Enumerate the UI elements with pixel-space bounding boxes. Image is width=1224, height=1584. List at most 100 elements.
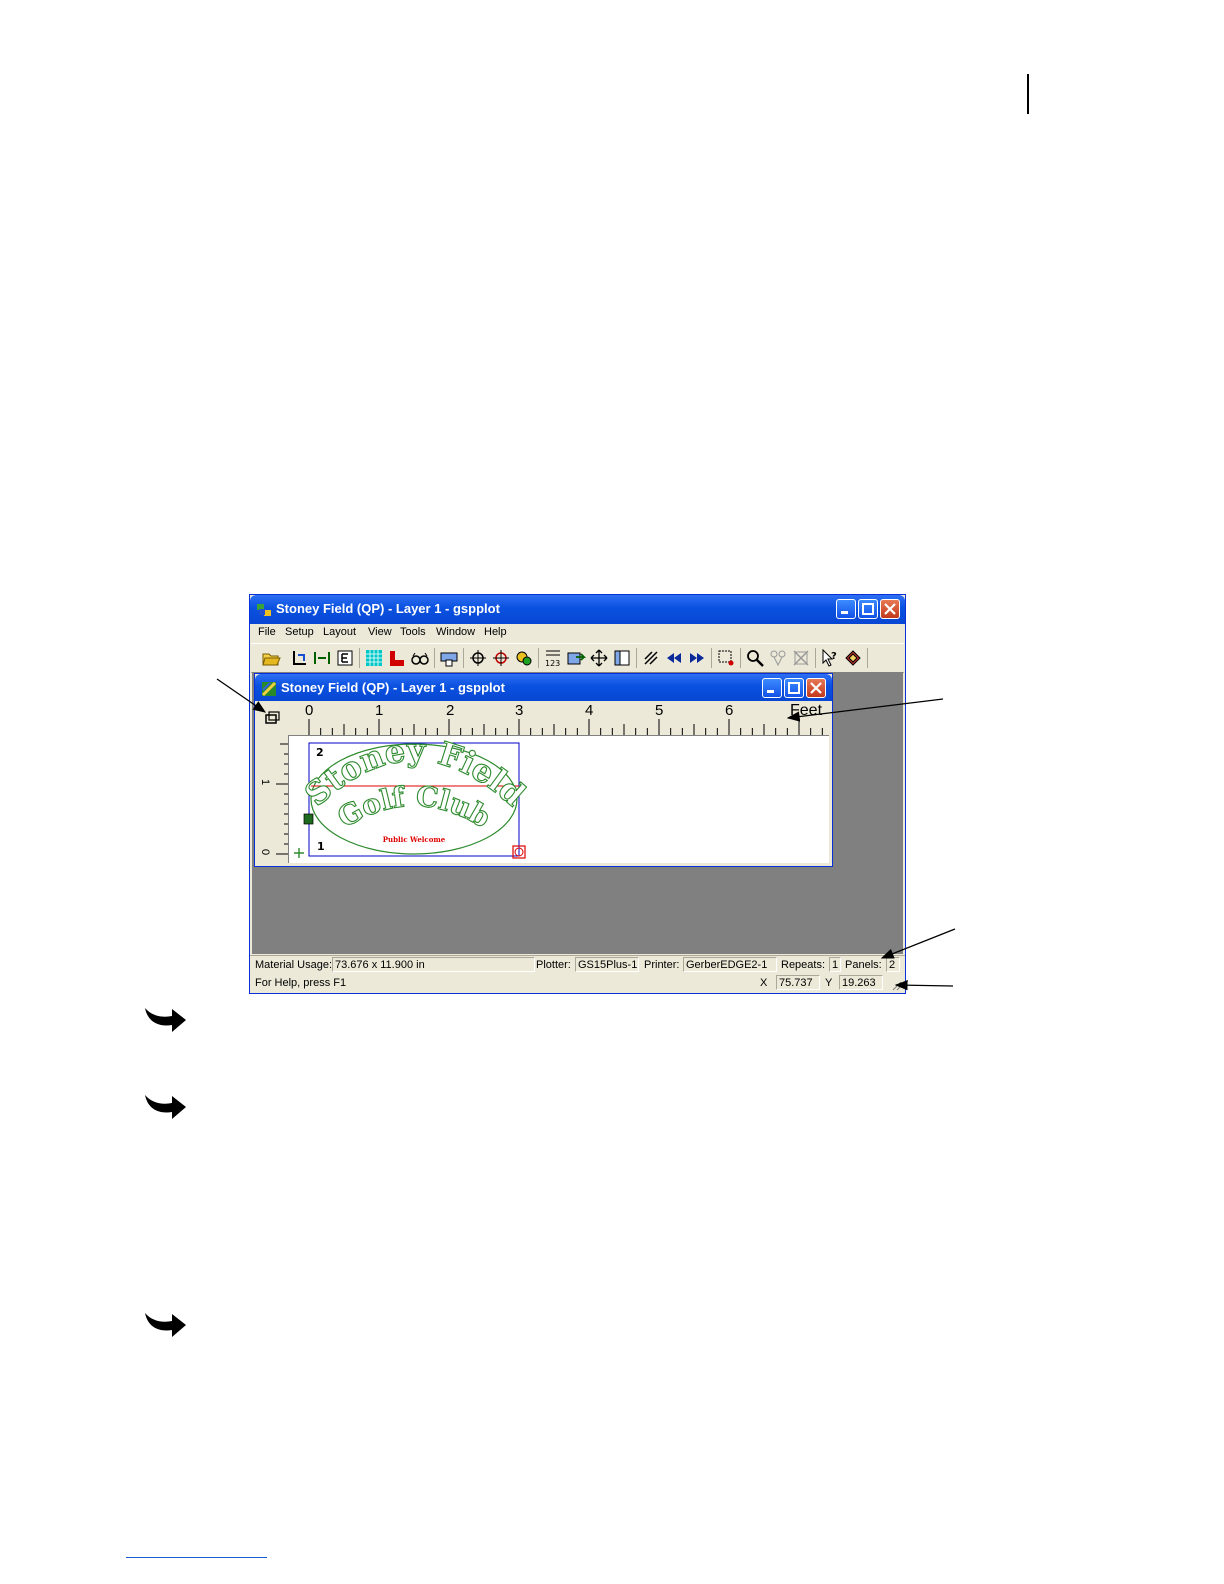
menu-view[interactable]: View <box>368 626 392 638</box>
footnote-rule <box>126 1557 267 1558</box>
menu-tools[interactable]: Tools <box>400 626 426 638</box>
plotter-label: Plotter: <box>536 959 571 971</box>
send-icon[interactable] <box>566 648 586 668</box>
close-button[interactable] <box>880 599 900 619</box>
ruler-origin-icon[interactable] <box>260 704 284 732</box>
resize-grip-icon[interactable] <box>890 979 902 991</box>
main-titlebar[interactable]: Stoney Field (QP) - Layer 1 - gspplot <box>250 595 905 624</box>
node-edit-icon[interactable] <box>768 648 788 668</box>
weed-border-icon[interactable] <box>387 648 407 668</box>
minimize-button[interactable] <box>836 599 856 619</box>
note-arrow-icon <box>145 1095 186 1119</box>
color-icon[interactable] <box>514 648 534 668</box>
rewind-icon[interactable] <box>664 648 684 668</box>
vertical-ruler-label: 0 <box>259 848 272 856</box>
ruler-ticks <box>308 719 823 735</box>
menu-help[interactable]: Help <box>484 626 507 638</box>
doc-minimize-button[interactable] <box>762 678 782 698</box>
menu-layout[interactable]: Layout <box>323 626 356 638</box>
x-coord-value: 75.737 <box>776 975 820 990</box>
menu-window[interactable]: Window <box>436 626 475 638</box>
edit-icon[interactable] <box>335 648 355 668</box>
help-book-icon[interactable] <box>843 648 863 668</box>
help-hint: For Help, press F1 <box>255 977 347 989</box>
ruler-label: 6 <box>725 702 734 719</box>
vertical-ruler[interactable]: 1 0 <box>258 736 288 863</box>
minimize-icon <box>841 611 848 614</box>
vertical-ruler-label: 1 <box>259 778 272 786</box>
mirror-icon[interactable] <box>491 648 511 668</box>
open-folder-icon[interactable] <box>261 648 281 668</box>
ruler-label: 0 <box>305 702 314 719</box>
svg-text:123: 123 <box>545 659 560 668</box>
note-arrow-icon <box>145 1008 186 1032</box>
move-icon[interactable] <box>589 648 609 668</box>
horizontal-ruler[interactable]: 0 1 2 3 4 5 6 Feet <box>288 702 829 736</box>
close-icon <box>810 682 822 694</box>
align-icon[interactable] <box>312 648 332 668</box>
zoom-icon[interactable] <box>745 648 765 668</box>
origin-icon[interactable] <box>289 648 309 668</box>
design-artwork[interactable]: Stoney Field Golf Club Public Welcome 2 … <box>289 736 829 863</box>
x-coord-label: X <box>760 977 768 989</box>
app-icon[interactable] <box>256 602 272 618</box>
document-window-title: Stoney Field (QP) - Layer 1 - gspplot <box>281 680 505 695</box>
doc-close-button[interactable] <box>806 678 826 698</box>
document-titlebar[interactable]: Stoney Field (QP) - Layer 1 - gspplot <box>255 674 832 701</box>
plotter-value: GS15Plus-1 <box>575 957 639 972</box>
panels-value: 2 <box>886 957 900 972</box>
maximize-button[interactable] <box>858 599 878 619</box>
handle-marker <box>303 813 314 825</box>
panel-marker-top: 2 <box>316 746 324 759</box>
origin-cross <box>294 848 304 858</box>
y-coord-label: Y <box>825 977 833 989</box>
design-subtitle-text: Golf Club <box>332 780 496 835</box>
svg-text:?: ? <box>831 651 837 662</box>
document-window: Stoney Field (QP) - Layer 1 - gspplot 0 … <box>254 673 833 867</box>
design-canvas[interactable]: Stoney Field Golf Club Public Welcome 2 … <box>288 736 829 863</box>
delete-node-icon[interactable] <box>791 648 811 668</box>
menu-setup[interactable]: Setup <box>285 626 314 638</box>
status-bar-help: For Help, press F1 X 75.737 Y 19.263 <box>250 974 905 992</box>
preview-glasses-icon[interactable] <box>410 648 430 668</box>
ruler-label: 1 <box>375 702 384 719</box>
toolbar: 123 ? <box>251 643 904 673</box>
ruler-label: 5 <box>655 702 664 719</box>
ruler-label: 3 <box>515 702 524 719</box>
document-icon[interactable] <box>261 681 277 697</box>
note-arrow-icon <box>145 1313 186 1337</box>
minimize-icon <box>767 690 774 693</box>
context-help-icon[interactable]: ? <box>820 648 840 668</box>
ruler-unit-label: Feet <box>790 702 823 719</box>
plotter-icon[interactable] <box>439 648 459 668</box>
sequence-icon[interactable]: 123 <box>543 648 563 668</box>
menu-file[interactable]: File <box>258 626 276 638</box>
rotate-icon[interactable] <box>468 648 488 668</box>
close-icon <box>884 603 896 615</box>
repeats-value: 1 <box>829 957 841 972</box>
panel-marker-bottom: 1 <box>317 840 325 853</box>
panels-label: Panels: <box>845 959 882 971</box>
design-tagline: Public Welcome <box>383 835 446 844</box>
printer-label: Printer: <box>644 959 680 971</box>
y-coord-value: 19.263 <box>839 975 883 990</box>
maximize-icon <box>862 603 874 615</box>
menu-bar: File Setup Layout View Tools Window Help <box>250 623 905 643</box>
ruler-label: 4 <box>585 702 594 719</box>
printer-value: GerberEDGE2-1 <box>683 957 777 972</box>
maximize-icon <box>788 682 800 694</box>
doc-maximize-button[interactable] <box>784 678 804 698</box>
status-bar: Material Usage: 73.676 x 11.900 in Plott… <box>250 955 905 974</box>
tile-icon[interactable] <box>641 648 661 668</box>
fast-forward-icon[interactable] <box>687 648 707 668</box>
ruler-label: 2 <box>446 702 455 719</box>
repeats-label: Repeats: <box>781 959 826 971</box>
grid-icon[interactable] <box>364 648 384 668</box>
main-window-title: Stoney Field (QP) - Layer 1 - gspplot <box>276 601 500 616</box>
header-rule <box>1027 74 1029 114</box>
select-area-icon[interactable] <box>716 648 736 668</box>
vertical-ruler-ticks <box>276 743 288 855</box>
panel-icon[interactable] <box>612 648 632 668</box>
material-usage-label: Material Usage: <box>255 959 333 971</box>
material-usage-value: 73.676 x 11.900 in <box>332 957 535 972</box>
